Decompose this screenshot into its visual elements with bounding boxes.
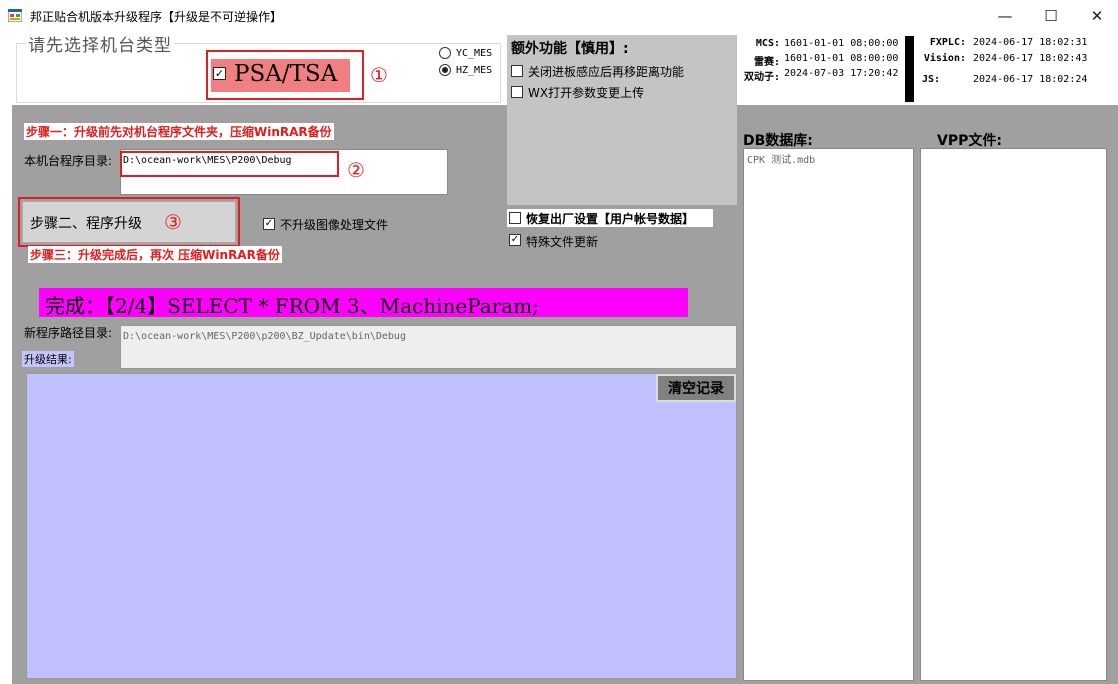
radio-yc-mes[interactable] [439, 47, 451, 59]
status-fxplc-label: FXPLC: [929, 37, 966, 48]
extra-functions-title: 额外功能【慎用】: [511, 41, 629, 57]
machine-type-title: 请先选择机台类型 [26, 31, 174, 56]
status-js-value: 2024-06-17 18:02:24 [973, 74, 1088, 85]
close-icon: ✕ [1090, 7, 1104, 25]
step-1-text: 步骤一：升级前先对机台程序文件夹，压缩WinRAR备份 [24, 123, 334, 140]
special-file-label: 特殊文件更新 [526, 235, 599, 249]
no-image-label: 不升级图像处理文件 [280, 218, 389, 232]
extra-functions-panel [507, 35, 737, 205]
title-bar: 邦正贴合机版本升级程序【升级是不可逆操作】 — ☐ ✕ [0, 0, 1118, 32]
close-sensor-label: 关闭进板感应后再移距离功能 [528, 65, 685, 79]
vpp-listbox[interactable] [920, 148, 1107, 681]
radio-hz-mes-label: HZ_MES [456, 65, 493, 76]
marker-3: ③ [164, 210, 182, 234]
db-list-item[interactable]: CPK 测试.mdb [747, 151, 815, 166]
result-log[interactable] [26, 373, 737, 679]
status-dual-label: 双动子: [743, 72, 780, 83]
status-dual-value: 2024-07-03 17:20:42 [784, 68, 899, 79]
close-sensor-checkbox[interactable] [511, 65, 523, 77]
maximize-button[interactable]: ☐ [1028, 0, 1074, 32]
status-divider [905, 36, 914, 102]
status-js-label: JS: [921, 74, 940, 85]
close-button[interactable]: ✕ [1074, 0, 1118, 32]
vpp-title: VPP文件: [937, 133, 1002, 149]
new-dir-value: D:\ocean-work\MES\P200\p200\BZ_Update\bi… [123, 331, 406, 342]
status-fxplc-value: 2024-06-17 18:02:31 [973, 37, 1088, 48]
no-image-checkbox[interactable]: ✓ [263, 218, 275, 230]
minimize-button[interactable]: — [982, 0, 1028, 32]
new-dir-label: 新程序路径目录: [24, 326, 113, 340]
step-3-text: 步骤三：升级完成后，再次 压缩WinRAR备份 [28, 246, 282, 263]
marker-1: ① [370, 63, 388, 87]
clear-log-label: 清空记录 [668, 381, 724, 397]
status-mcs-value: 1601-01-01 08:00:00 [784, 38, 899, 49]
status-mcs-label: MCS: [755, 38, 780, 49]
status-leisai-label: 雷赛: [753, 57, 780, 68]
db-listbox[interactable] [743, 148, 914, 681]
upgrade-button-label: 步骤二、程序升级 [30, 216, 142, 232]
factory-reset-label: 恢复出厂设置【用户帐号数据】 [526, 212, 695, 226]
maximize-icon: ☐ [1044, 7, 1058, 25]
program-dir-label: 本机台程序目录: [24, 154, 113, 168]
factory-reset-checkbox[interactable] [509, 212, 521, 224]
status-vision-value: 2024-06-17 18:02:43 [973, 53, 1088, 64]
result-label: 升级结果: [22, 351, 74, 367]
window-title: 邦正贴合机版本升级程序【升级是不可逆操作】 [30, 10, 283, 24]
radio-hz-mes[interactable] [439, 64, 451, 76]
radio-yc-mes-label: YC_MES [456, 48, 493, 59]
app-icon [8, 9, 22, 22]
psa-tsa-label: PSA/TSA [234, 61, 338, 87]
status-vision-label: Vision: [923, 53, 966, 64]
program-dir-value: D:\ocean-work\MES\P200\Debug [123, 155, 292, 166]
wx-upload-checkbox[interactable] [511, 86, 523, 98]
psa-tsa-check-box[interactable]: ✓ [213, 67, 226, 80]
db-title: DB数据库: [743, 133, 813, 149]
status-leisai-value: 1601-01-01 08:00:00 [784, 53, 899, 64]
special-file-checkbox[interactable]: ✓ [509, 234, 521, 246]
minimize-icon: — [997, 7, 1013, 25]
clear-log-button[interactable]: 清空记录 [656, 374, 736, 402]
wx-upload-label: WX打开参数变更上传 [528, 86, 645, 100]
marker-2: ② [347, 158, 365, 182]
progress-text: 完成：【2/4】SELECT * FROM 3、MachineParam; [45, 294, 539, 318]
